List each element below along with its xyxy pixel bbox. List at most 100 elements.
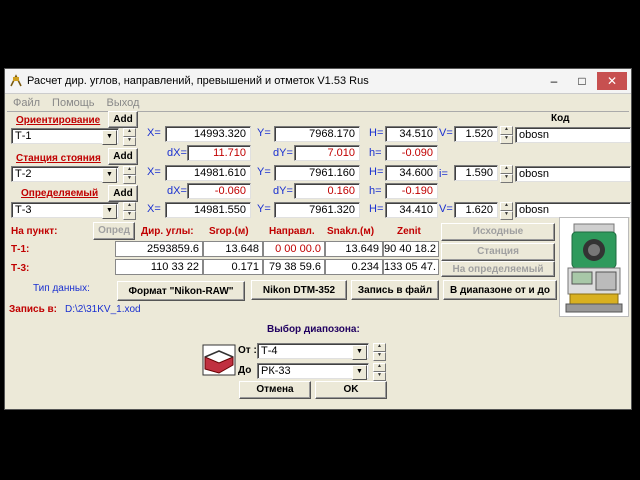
i-label: i=	[439, 168, 448, 180]
cell-t3-snakl: 0.234	[325, 259, 383, 275]
nikon-dtm-button[interactable]: Nikon DTM-352	[251, 280, 347, 300]
cancel-button[interactable]: Отмена	[239, 381, 311, 399]
dh-label: h=	[369, 185, 382, 197]
window-title: Расчет дир. углов, направлений, превышен…	[27, 75, 369, 87]
y-label: Y=	[257, 166, 271, 178]
delta-y-1: 7.010	[294, 145, 360, 161]
v-label: V=	[439, 127, 453, 139]
spin-up-icon[interactable]: ▲	[500, 165, 513, 174]
ishodnye-button[interactable]: Исходные	[441, 223, 555, 241]
station-h-field[interactable]: 34.600	[385, 165, 438, 181]
add-orientation-button[interactable]: Add	[108, 111, 138, 128]
spin-down-icon[interactable]: ▼	[500, 135, 513, 144]
close-button[interactable]: ✕	[597, 72, 627, 90]
delta-h-2: -0.190	[385, 183, 438, 199]
header-napravl: Направл.	[269, 226, 315, 237]
title-bar[interactable]: Расчет дир. углов, направлений, превышен…	[5, 69, 631, 94]
spin-up-icon[interactable]: ▲	[373, 343, 386, 352]
range-to-select[interactable]: РК-33 ▼	[257, 363, 369, 380]
station-x-field[interactable]: 14981.610	[165, 165, 251, 181]
y-label: Y=	[257, 203, 271, 215]
station-spinner[interactable]: ▲ ▼	[123, 166, 136, 184]
range-from-select[interactable]: Т-4 ▼	[257, 343, 369, 360]
cell-t1-snakl: 13.649	[325, 241, 383, 257]
orientation-v-field[interactable]: 1.520	[454, 126, 498, 142]
chevron-down-icon[interactable]: ▼	[102, 168, 117, 183]
target-code-field[interactable]: obosn	[515, 202, 631, 218]
spin-down-icon[interactable]: ▼	[123, 175, 136, 184]
station-label: Станция стояния	[16, 153, 101, 164]
range-from-value: Т-4	[261, 345, 278, 357]
spin-up-icon[interactable]: ▲	[500, 202, 513, 211]
orientation-spinner[interactable]: ▲ ▼	[123, 128, 136, 146]
target-point-select[interactable]: Т-3 ▼	[11, 202, 119, 219]
orientation-point-select[interactable]: Т-1 ▼	[11, 128, 119, 145]
h-label: H=	[369, 203, 384, 215]
orientation-y-field[interactable]: 7968.170	[274, 126, 360, 142]
ok-button[interactable]: OK	[315, 381, 387, 399]
range-button[interactable]: В диапазоне от и до	[443, 280, 557, 300]
target-v-spinner[interactable]: ▲ ▼	[500, 202, 513, 220]
target-spinner[interactable]: ▲ ▼	[123, 202, 136, 220]
cell-t1-zenit: 90 40 18.2	[383, 241, 439, 257]
station-y-field[interactable]: 7961.160	[274, 165, 360, 181]
header-zenit: Zenit	[397, 226, 421, 237]
orientation-h-field[interactable]: 34.510	[385, 126, 438, 142]
spin-down-icon[interactable]: ▼	[123, 137, 136, 146]
chevron-down-icon[interactable]: ▼	[102, 204, 117, 219]
menu-bar: Файл Помощь Выход	[13, 97, 151, 109]
station-code-field[interactable]: obosn	[515, 166, 631, 182]
write-to-file-button[interactable]: Запись в файл	[351, 280, 439, 300]
data-type-label: Тип данных:	[33, 283, 90, 294]
orientation-label: Ориентирование	[16, 115, 101, 126]
dy-label: dY=	[273, 147, 293, 159]
menu-exit[interactable]: Выход	[107, 97, 140, 109]
orientation-v-spinner[interactable]: ▲ ▼	[500, 126, 513, 144]
maximize-button[interactable]: □	[569, 72, 595, 90]
spin-down-icon[interactable]: ▼	[373, 352, 386, 361]
target-h-field[interactable]: 34.410	[385, 202, 438, 218]
station-i-spinner[interactable]: ▲ ▼	[500, 165, 513, 183]
spin-down-icon[interactable]: ▼	[500, 211, 513, 220]
delta-h-1: -0.090	[385, 145, 438, 161]
y-label: Y=	[257, 127, 271, 139]
range-title: Выбор диапозона:	[267, 324, 360, 335]
app-icon	[9, 74, 23, 88]
chevron-down-icon[interactable]: ▼	[352, 345, 367, 360]
spin-up-icon[interactable]: ▲	[123, 202, 136, 211]
cell-t3-zenit: 133 05 47.	[383, 259, 439, 275]
delta-x-2: -0.060	[187, 183, 251, 199]
add-station-button[interactable]: Add	[108, 148, 138, 165]
menu-file[interactable]: Файл	[13, 97, 40, 109]
station-point-select[interactable]: Т-2 ▼	[11, 166, 119, 183]
spin-down-icon[interactable]: ▼	[373, 372, 386, 381]
menu-help[interactable]: Помощь	[52, 97, 95, 109]
add-target-button[interactable]: Add	[108, 185, 138, 202]
stanciya-button[interactable]: Станция	[441, 243, 555, 261]
spin-up-icon[interactable]: ▲	[123, 128, 136, 137]
spin-down-icon[interactable]: ▼	[123, 211, 136, 220]
target-x-field[interactable]: 14981.550	[165, 202, 251, 218]
header-srop: Srop.(м)	[209, 226, 249, 237]
chevron-down-icon[interactable]: ▼	[352, 365, 367, 380]
cell-t1-napravl: 0 00 00.0	[263, 241, 325, 257]
spin-up-icon[interactable]: ▲	[500, 126, 513, 135]
minimize-button[interactable]: –	[541, 72, 567, 90]
station-point-value: Т-2	[15, 168, 32, 180]
station-i-field[interactable]: 1.590	[454, 165, 498, 181]
range-to-spinner[interactable]: ▲ ▼	[373, 363, 386, 381]
na-opredelyaemyi-button[interactable]: На определяемый	[441, 261, 555, 277]
orientation-code-field[interactable]: obosn	[515, 127, 631, 143]
chevron-down-icon[interactable]: ▼	[102, 130, 117, 145]
spin-down-icon[interactable]: ▼	[500, 174, 513, 183]
spin-up-icon[interactable]: ▲	[123, 166, 136, 175]
format-nikon-raw-button[interactable]: Формат "Nikon-RAW"	[117, 281, 245, 301]
opred-button[interactable]: Опред	[93, 222, 135, 240]
target-y-field[interactable]: 7961.320	[274, 202, 360, 218]
orientation-x-field[interactable]: 14993.320	[165, 126, 251, 142]
spin-up-icon[interactable]: ▲	[373, 363, 386, 372]
target-v-field[interactable]: 1.620	[454, 202, 498, 218]
code-header: Код	[551, 113, 570, 124]
range-from-spinner[interactable]: ▲ ▼	[373, 343, 386, 361]
h-label: H=	[369, 127, 384, 139]
